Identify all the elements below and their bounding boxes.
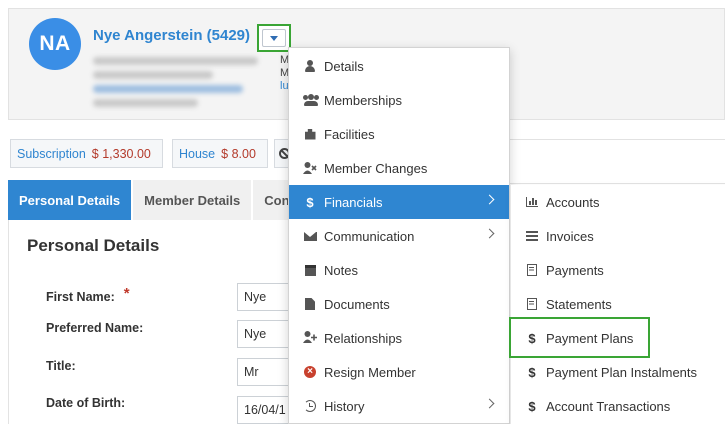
menu-item-label: Member Changes xyxy=(324,160,428,176)
menu-item-label: History xyxy=(324,398,365,414)
submenu-item-account-transactions[interactable]: $ Account Transactions xyxy=(511,389,725,423)
bar-chart-icon xyxy=(526,197,538,207)
tab-member-details[interactable]: Member Details xyxy=(133,180,252,220)
submenu-item-label: Accounts xyxy=(546,194,600,210)
subscription-balance-pill[interactable]: Subscription $ 1,330.00 xyxy=(10,139,163,168)
document-icon xyxy=(527,298,537,310)
detail-tabs: Personal Details Member Details Con xyxy=(8,180,303,220)
first-name-label: First Name: * xyxy=(46,285,130,304)
menu-item-label: Communication xyxy=(324,228,415,244)
chevron-right-icon xyxy=(484,398,495,409)
submenu-item-label: Payments xyxy=(546,262,604,278)
member-name-link[interactable]: Nye Angerstein (5429) xyxy=(93,27,250,44)
list-icon xyxy=(526,231,538,241)
blurred-detail-2 xyxy=(93,71,213,79)
submenu-item-label: Invoices xyxy=(546,228,594,244)
header-divider xyxy=(510,139,725,184)
submenu-item-invoices[interactable]: Invoices xyxy=(511,219,725,253)
note-icon xyxy=(304,264,316,276)
pill-value: $ 8.00 xyxy=(221,146,256,161)
payment-plans-highlight-outline xyxy=(509,317,650,358)
file-icon xyxy=(305,298,315,310)
submenu-item-statements[interactable]: Statements xyxy=(511,287,725,321)
avatar: NA xyxy=(29,18,81,70)
menu-item-notes[interactable]: Notes xyxy=(289,253,509,287)
date-of-birth-label: Date of Birth: xyxy=(46,396,126,410)
section-title: Personal Details xyxy=(27,236,160,255)
chevron-right-icon xyxy=(484,194,495,205)
blurred-detail-3 xyxy=(93,99,198,107)
dollar-icon: $ xyxy=(528,398,536,414)
member-actions-menu: Details Memberships Facilities Member Ch… xyxy=(288,47,510,424)
chevron-right-icon xyxy=(484,228,495,239)
menu-item-label: Facilities xyxy=(324,126,375,142)
menu-item-label: Notes xyxy=(324,262,358,278)
submenu-item-label: Payment Plan Instalments xyxy=(546,364,698,380)
house-balance-pill[interactable]: House $ 8.00 xyxy=(172,139,268,168)
users-icon xyxy=(303,94,319,106)
history-icon xyxy=(304,400,316,412)
menu-item-details[interactable]: Details xyxy=(289,49,509,83)
document-icon xyxy=(527,264,537,276)
title-label: Title: xyxy=(46,359,76,373)
required-marker: * xyxy=(123,285,130,302)
blurred-detail-1 xyxy=(93,57,258,65)
pill-value: $ 1,330.00 xyxy=(91,146,151,161)
x-circle-icon: × xyxy=(304,366,316,378)
menu-item-facilities[interactable]: Facilities xyxy=(289,117,509,151)
menu-item-label: Financials xyxy=(324,194,383,210)
menu-item-financials[interactable]: $ Financials xyxy=(289,185,509,219)
menu-item-memberships[interactable]: Memberships xyxy=(289,83,509,117)
submenu-item-payment-plan-instalments[interactable]: $ Payment Plan Instalments xyxy=(511,355,725,389)
menu-item-label: Memberships xyxy=(324,92,403,108)
user-plus-icon xyxy=(303,330,317,346)
menu-item-resign-member[interactable]: × Resign Member xyxy=(289,355,509,389)
menu-item-communication[interactable]: Communication xyxy=(289,219,509,253)
submenu-item-label: Statements xyxy=(546,296,612,312)
puzzle-icon xyxy=(304,128,316,140)
menu-item-member-changes[interactable]: Member Changes xyxy=(289,151,509,185)
envelope-icon xyxy=(303,231,317,241)
menu-item-history[interactable]: History xyxy=(289,389,509,423)
tab-personal-details[interactable]: Personal Details xyxy=(8,180,132,220)
caret-down-icon xyxy=(270,35,278,41)
dollar-icon: $ xyxy=(528,364,536,380)
blurred-email-link xyxy=(93,85,243,93)
member-actions-dropdown-button[interactable] xyxy=(257,24,291,52)
pill-label: House xyxy=(179,146,216,161)
pill-label: Subscription xyxy=(17,146,86,161)
user-icon xyxy=(305,60,315,72)
menu-item-label: Resign Member xyxy=(324,364,416,380)
menu-item-label: Documents xyxy=(324,296,390,312)
menu-item-label: Relationships xyxy=(324,330,403,346)
preferred-name-label: Preferred Name: xyxy=(46,321,144,335)
submenu-item-payments[interactable]: Payments xyxy=(511,253,725,287)
financials-submenu: Accounts Invoices Payments Statements $ … xyxy=(510,185,725,424)
submenu-item-accounts[interactable]: Accounts xyxy=(511,185,725,219)
menu-item-relationships[interactable]: Relationships xyxy=(289,321,509,355)
menu-item-documents[interactable]: Documents xyxy=(289,287,509,321)
user-times-icon xyxy=(303,162,317,174)
menu-item-label: Details xyxy=(324,58,364,74)
submenu-item-label: Account Transactions xyxy=(546,398,671,414)
dollar-icon: $ xyxy=(306,194,314,210)
